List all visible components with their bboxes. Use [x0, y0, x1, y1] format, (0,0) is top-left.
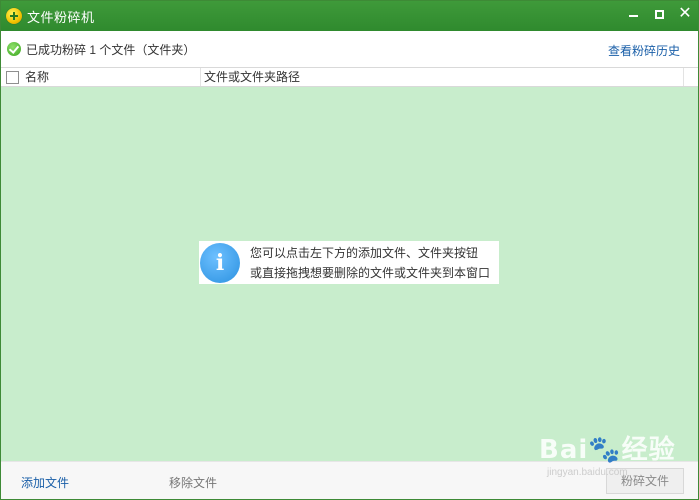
- column-header-path[interactable]: 文件或文件夹路径: [204, 68, 300, 86]
- column-header-name[interactable]: 名称: [25, 68, 201, 86]
- hint-line-1: 您可以点击左下方的添加文件、文件夹按钮: [250, 245, 479, 260]
- file-shredder-window: 文件粉碎机 ✕ 已成功粉碎 1 个文件（文件夹） 查看粉碎历史 名称 文件或文件…: [0, 0, 699, 500]
- hint-text: 您可以点击左下方的添加文件、文件夹按钮 或直接拖拽想要删除的文件或文件夹到本窗口: [250, 243, 490, 283]
- view-history-link[interactable]: 查看粉碎历史: [608, 42, 680, 59]
- title-bar[interactable]: 文件粉碎机 ✕: [1, 1, 698, 31]
- close-icon: ✕: [678, 5, 692, 22]
- file-drop-area[interactable]: i 您可以点击左下方的添加文件、文件夹按钮 或直接拖拽想要删除的文件或文件夹到本…: [1, 87, 698, 461]
- baidu-watermark-url: jingyan.baidu.com: [547, 467, 628, 478]
- minimize-button[interactable]: [620, 1, 646, 27]
- maximize-icon: [654, 9, 664, 19]
- window-title: 文件粉碎机: [27, 9, 95, 25]
- hint-box: i 您可以点击左下方的添加文件、文件夹按钮 或直接拖拽想要删除的文件或文件夹到本…: [199, 241, 499, 284]
- success-check-icon: [7, 42, 21, 56]
- info-icon: i: [200, 242, 240, 283]
- close-button[interactable]: ✕: [672, 1, 698, 27]
- status-row: 已成功粉碎 1 个文件（文件夹） 查看粉碎历史: [1, 31, 698, 67]
- app-logo-icon: [6, 8, 22, 24]
- hint-line-2: 或直接拖拽想要删除的文件或文件夹到本窗口: [250, 265, 491, 280]
- status-message: 已成功粉碎 1 个文件（文件夹）: [26, 42, 196, 57]
- remove-file-button[interactable]: 移除文件: [169, 474, 217, 491]
- table-header: 名称 文件或文件夹路径: [1, 67, 698, 87]
- add-file-button[interactable]: 添加文件: [21, 474, 69, 491]
- window-controls: ✕: [620, 1, 698, 31]
- select-all-checkbox[interactable]: [6, 70, 19, 84]
- maximize-button[interactable]: [646, 1, 672, 27]
- minimize-icon: [628, 15, 638, 17]
- column-divider: [683, 68, 684, 86]
- baidu-watermark: Bai🐾经验: [539, 435, 676, 465]
